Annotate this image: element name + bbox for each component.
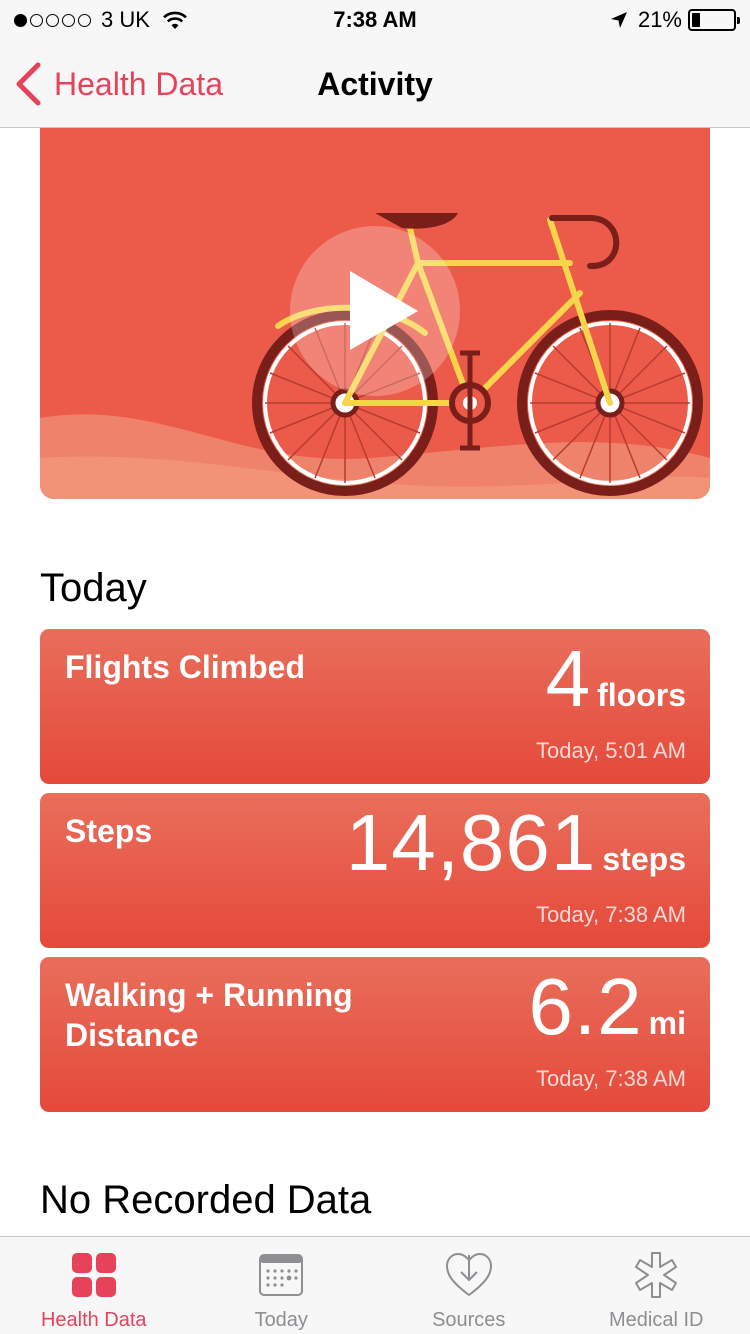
card-value: 6.2 mi <box>528 961 686 1053</box>
flights-climbed-card[interactable]: Flights Climbed 4 floors Today, 5:01 AM <box>40 629 710 784</box>
card-label: Flights Climbed <box>65 649 305 685</box>
section-heading-today: Today <box>40 566 147 610</box>
tab-bar: Health Data Today Sources Medical ID <box>0 1236 750 1334</box>
activity-video-banner[interactable] <box>40 128 710 499</box>
tab-today[interactable]: Today <box>188 1237 376 1334</box>
card-timestamp: Today, 5:01 AM <box>535 738 686 763</box>
tab-label: Health Data <box>40 1309 147 1331</box>
navigation-bar: Health Data Activity <box>0 40 750 128</box>
card-timestamp: Today, 7:38 AM <box>535 902 686 927</box>
card-number: 4 <box>545 634 592 723</box>
card-unit: floors <box>597 677 686 713</box>
card-unit: steps <box>602 841 686 877</box>
sources-heart-icon <box>445 1252 492 1297</box>
tab-label: Today <box>254 1309 308 1331</box>
section-heading-no-recorded-data: No Recorded Data <box>40 1178 372 1222</box>
battery-level <box>692 13 701 27</box>
card-timestamp: Today, 7:38 AM <box>535 1066 686 1091</box>
status-right: 21% <box>610 7 740 33</box>
steps-card[interactable]: Steps 14,861 steps Today, 7:38 AM <box>40 793 710 948</box>
health-data-icon <box>71 1253 116 1297</box>
walking-running-distance-card[interactable]: Walking + Running Distance 6.2 mi Today,… <box>40 957 710 1112</box>
calendar-icon <box>259 1254 304 1296</box>
page-title: Activity <box>317 66 433 102</box>
tab-label: Medical ID <box>609 1309 704 1331</box>
card-label: Walking + Running Distance <box>65 977 353 1053</box>
location-arrow-icon <box>610 12 627 28</box>
battery-icon <box>688 9 740 31</box>
status-bar: 3 UK 7:38 AM 21% <box>0 0 750 40</box>
card-value: 4 floors <box>546 633 686 725</box>
card-value: 14,861 steps <box>346 797 686 889</box>
card-number: 14,861 <box>345 798 597 887</box>
tab-medical-id[interactable]: Medical ID <box>563 1237 750 1334</box>
card-number: 6.2 <box>528 962 643 1051</box>
tab-label: Sources <box>432 1309 506 1331</box>
tab-health-data[interactable]: Health Data <box>0 1237 188 1334</box>
medical-id-icon <box>635 1252 678 1298</box>
tab-sources[interactable]: Sources <box>375 1237 563 1334</box>
battery-percent: 21% <box>637 7 682 32</box>
bicycle-illustration <box>40 128 710 499</box>
card-unit: mi <box>648 1005 686 1041</box>
play-button <box>290 226 460 396</box>
